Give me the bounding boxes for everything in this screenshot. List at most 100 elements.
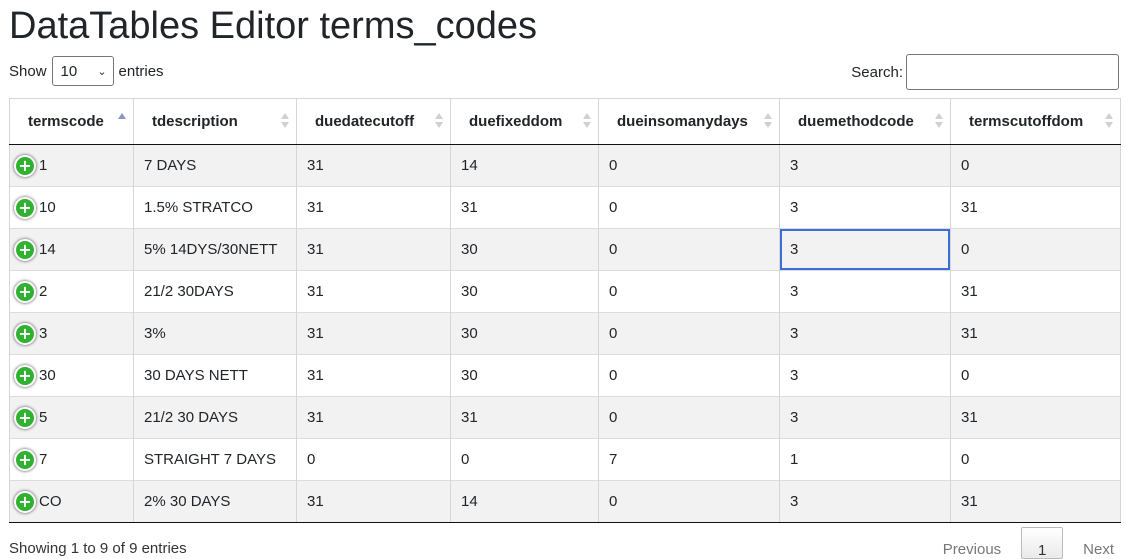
cell-tdescription[interactable]: 21/2 30DAYS <box>133 270 297 313</box>
cell-value: 14 <box>461 157 478 174</box>
cell-duemethodcode[interactable]: 3 <box>779 144 951 187</box>
cell-dueinsomanydays[interactable]: 0 <box>598 228 780 271</box>
cell-duemethodcode[interactable]: 3 <box>779 396 951 439</box>
cell-duedatecutoff[interactable]: 31 <box>296 270 451 313</box>
cell-tdescription[interactable]: 2% 30 DAYS <box>133 480 297 523</box>
previous-page-button[interactable]: Previous <box>931 527 1013 559</box>
column-header-termscutoffdom[interactable]: termscutoffdom <box>950 98 1121 145</box>
cell-tdescription[interactable]: STRAIGHT 7 DAYS <box>133 438 297 481</box>
cell-tdescription[interactable]: 30 DAYS NETT <box>133 354 297 397</box>
table-row[interactable]: + CO 2% 30 DAYS 31 14 0 3 31 <box>9 480 1121 523</box>
cell-dueinsomanydays[interactable]: 0 <box>598 396 780 439</box>
column-header-dueinsomanydays[interactable]: dueinsomanydays <box>598 98 780 145</box>
cell-duefixeddom[interactable]: 30 <box>450 228 599 271</box>
cell-duefixeddom[interactable]: 14 <box>450 480 599 523</box>
cell-termscutoffdom[interactable]: 0 <box>950 144 1121 187</box>
sort-both-icon <box>935 113 943 129</box>
cell-tdescription[interactable]: 7 DAYS <box>133 144 297 187</box>
cell-dueinsomanydays[interactable]: 0 <box>598 354 780 397</box>
table-row[interactable]: +3 3% 31 30 0 3 31 <box>9 312 1121 355</box>
cell-tdescription[interactable]: 1.5% STRATCO <box>133 186 297 229</box>
cell-termscode[interactable]: + CO <box>9 480 134 523</box>
cell-termscode[interactable]: +3 <box>9 312 134 355</box>
cell-termscutoffdom[interactable]: 31 <box>950 396 1121 439</box>
expand-row-icon[interactable]: + <box>14 238 36 261</box>
cell-termscutoffdom[interactable]: 31 <box>950 270 1121 313</box>
cell-duemethodcode[interactable]: 3 <box>779 270 951 313</box>
expand-row-icon[interactable]: + <box>14 448 36 471</box>
cell-dueinsomanydays[interactable]: 0 <box>598 270 780 313</box>
cell-duedatecutoff[interactable]: 31 <box>296 354 451 397</box>
expand-row-icon[interactable]: + <box>14 196 36 219</box>
cell-duedatecutoff[interactable]: 31 <box>296 312 451 355</box>
cell-duedatecutoff[interactable]: 31 <box>296 144 451 187</box>
column-header-duefixeddom[interactable]: duefixeddom <box>450 98 599 145</box>
table-row[interactable]: +7 STRAIGHT 7 DAYS 0 0 7 1 0 <box>9 438 1121 481</box>
cell-termscutoffdom[interactable]: 31 <box>950 186 1121 229</box>
cell-dueinsomanydays[interactable]: 0 <box>598 480 780 523</box>
cell-duefixeddom[interactable]: 30 <box>450 270 599 313</box>
column-header-duemethodcode[interactable]: duemethodcode <box>779 98 951 145</box>
column-header-tdescription[interactable]: tdescription <box>133 98 297 145</box>
expand-row-icon[interactable]: + <box>14 280 36 303</box>
expand-row-icon[interactable]: + <box>14 154 36 177</box>
current-page-button[interactable]: 1 <box>1021 527 1064 559</box>
cell-termscode[interactable]: +30 <box>9 354 134 397</box>
cell-duemethodcode[interactable]: 3 <box>779 480 951 523</box>
cell-termscode[interactable]: +10 <box>9 186 134 229</box>
cell-termscode[interactable]: +5 <box>9 396 134 439</box>
cell-duemethodcode[interactable]: 3 <box>779 186 951 229</box>
table-row[interactable]: +1 7 DAYS 31 14 0 3 0 <box>9 144 1121 187</box>
cell-duemethodcode[interactable]: 3 <box>779 312 951 355</box>
table-row[interactable]: +2 21/2 30DAYS 31 30 0 3 31 <box>9 270 1121 313</box>
cell-tdescription[interactable]: 3% <box>133 312 297 355</box>
cell-duedatecutoff[interactable]: 31 <box>296 480 451 523</box>
cell-value: 0 <box>609 199 618 216</box>
cell-duedatecutoff[interactable]: 31 <box>296 396 451 439</box>
cell-dueinsomanydays[interactable]: 0 <box>598 186 780 229</box>
cell-value: 3 <box>790 199 799 216</box>
cell-tdescription[interactable]: 5% 14DYS/30NETT <box>133 228 297 271</box>
cell-duedatecutoff[interactable]: 31 <box>296 186 451 229</box>
cell-tdescription[interactable]: 21/2 30 DAYS <box>133 396 297 439</box>
cell-dueinsomanydays[interactable]: 0 <box>598 144 780 187</box>
cell-duefixeddom[interactable]: 30 <box>450 312 599 355</box>
table-row[interactable]: +14 5% 14DYS/30NETT 31 30 0 3 0 <box>9 228 1121 271</box>
cell-dueinsomanydays[interactable]: 7 <box>598 438 780 481</box>
expand-row-icon[interactable]: + <box>14 364 36 387</box>
column-header-duedatecutoff[interactable]: duedatecutoff <box>296 98 451 145</box>
search-control: Search: <box>851 54 1119 90</box>
cell-termscutoffdom[interactable]: 0 <box>950 228 1121 271</box>
cell-termscode[interactable]: +14 <box>9 228 134 271</box>
cell-duefixeddom[interactable]: 30 <box>450 354 599 397</box>
cell-duemethodcode[interactable]: 3 <box>779 354 951 397</box>
entries-select[interactable]: 10 ⌄ <box>51 56 114 86</box>
cell-duemethodcode[interactable]: 3 <box>779 228 951 271</box>
table-row[interactable]: +5 21/2 30 DAYS 31 31 0 3 31 <box>9 396 1121 439</box>
expand-row-icon[interactable]: + <box>14 322 36 345</box>
column-header-label: duemethodcode <box>798 113 914 130</box>
cell-termscode[interactable]: +7 <box>9 438 134 481</box>
column-header-termscode[interactable]: termscode <box>9 98 134 145</box>
next-page-button[interactable]: Next <box>1071 527 1126 559</box>
table-row[interactable]: +10 1.5% STRATCO 31 31 0 3 31 <box>9 186 1121 229</box>
search-input[interactable] <box>906 54 1119 90</box>
cell-duedatecutoff[interactable]: 0 <box>296 438 451 481</box>
cell-termscutoffdom[interactable]: 31 <box>950 480 1121 523</box>
cell-termscutoffdom[interactable]: 31 <box>950 312 1121 355</box>
cell-termscutoffdom[interactable]: 0 <box>950 354 1121 397</box>
cell-termscode[interactable]: +1 <box>9 144 134 187</box>
expand-row-icon[interactable]: + <box>14 406 36 429</box>
cell-duefixeddom[interactable]: 31 <box>450 396 599 439</box>
cell-termscode[interactable]: +2 <box>9 270 134 313</box>
cell-value: 3 <box>790 325 799 342</box>
cell-dueinsomanydays[interactable]: 0 <box>598 312 780 355</box>
cell-duefixeddom[interactable]: 0 <box>450 438 599 481</box>
cell-termscutoffdom[interactable]: 0 <box>950 438 1121 481</box>
expand-row-icon[interactable]: + <box>14 490 36 513</box>
cell-duemethodcode[interactable]: 1 <box>779 438 951 481</box>
table-row[interactable]: +30 30 DAYS NETT 31 30 0 3 0 <box>9 354 1121 397</box>
cell-duefixeddom[interactable]: 31 <box>450 186 599 229</box>
cell-duefixeddom[interactable]: 14 <box>450 144 599 187</box>
cell-duedatecutoff[interactable]: 31 <box>296 228 451 271</box>
